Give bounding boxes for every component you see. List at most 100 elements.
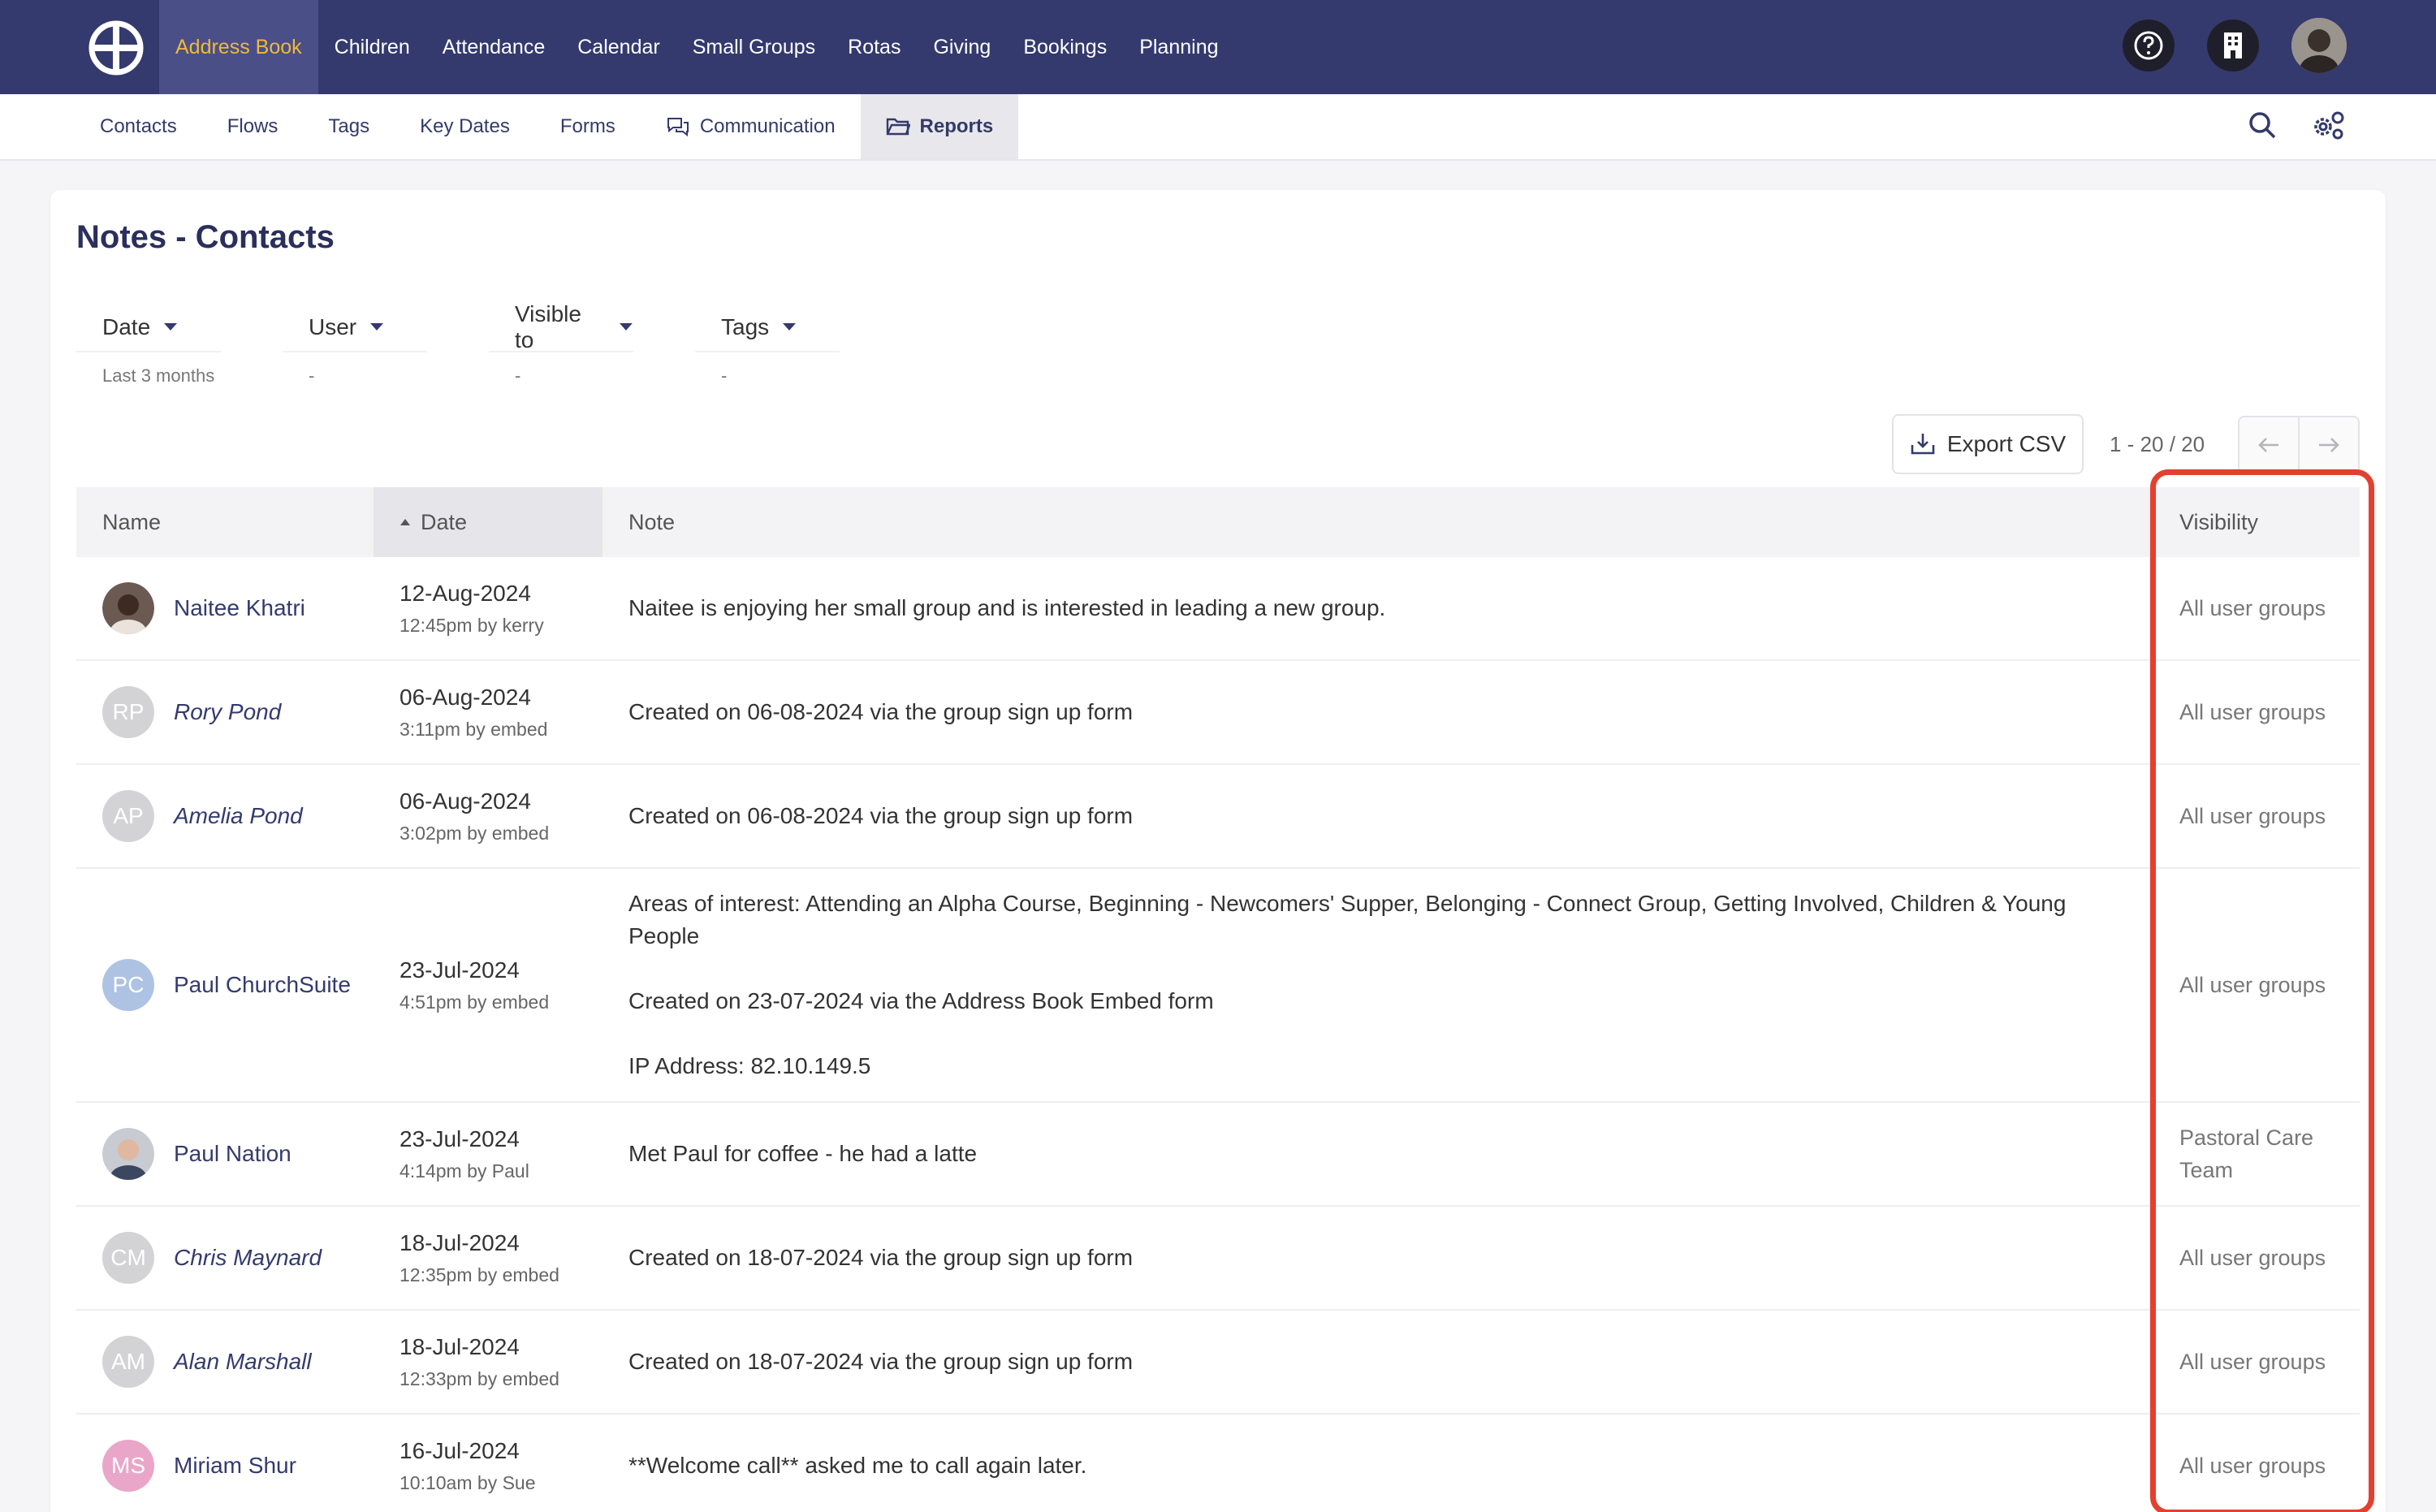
avatar-initials: CM	[110, 1245, 146, 1270]
visibility-text: All user groups	[2179, 596, 2326, 620]
notes-table: Name Date Note Visibility Naitee Khatri …	[76, 487, 2360, 1512]
filter-visible-to-dropdown[interactable]: Visible to	[489, 301, 633, 352]
avatar-initials: AM	[111, 1349, 145, 1374]
contact-name-link[interactable]: Naitee Khatri	[174, 592, 305, 624]
note-time-author: 12:35pm by embed	[400, 1264, 559, 1285]
table-row: Naitee Khatri 12-Aug-2024 12:45pm by ker…	[76, 557, 2360, 661]
contact-name-link[interactable]: Rory Pond	[174, 696, 281, 728]
chat-bubbles-icon	[667, 118, 689, 137]
filter-user-dropdown[interactable]: User	[283, 304, 427, 352]
note-cell: Created on 06-08-2024 via the group sign…	[603, 765, 2153, 867]
note-date: 23-Jul-2024	[400, 1125, 520, 1151]
gear-icon[interactable]	[2311, 109, 2347, 141]
topnav-bookings[interactable]: Bookings	[1007, 0, 1123, 94]
subnav-label: Flows	[227, 115, 279, 137]
date-cell: 16-Jul-2024 10:10am by Sue	[374, 1415, 603, 1512]
note-cell: Created on 06-08-2024 via the group sign…	[603, 661, 2153, 763]
export-csv-button[interactable]: Export CSV	[1892, 414, 2084, 474]
subnav-tags[interactable]: Tags	[303, 94, 395, 159]
visibility-cell: All user groups	[2153, 1415, 2360, 1512]
contact-initials-avatar: MS	[102, 1440, 154, 1492]
filter-value: -	[721, 365, 728, 386]
search-icon[interactable]	[2246, 109, 2278, 141]
contact-name-link[interactable]: Amelia Pond	[174, 800, 303, 832]
filter-label: Tags	[721, 314, 770, 339]
visibility-text: All user groups	[2179, 973, 2326, 997]
table-body: Naitee Khatri 12-Aug-2024 12:45pm by ker…	[76, 557, 2360, 1512]
filter-tags-dropdown[interactable]: Tags	[695, 304, 840, 352]
topnav-planning[interactable]: Planning	[1123, 0, 1234, 94]
filter-date: Date Last 3 months	[76, 304, 283, 387]
contact-name-link[interactable]: Chris Maynard	[174, 1242, 322, 1274]
column-header-name[interactable]: Name	[76, 487, 374, 557]
date-cell: 23-Jul-2024 4:51pm by embed	[374, 869, 603, 1101]
topnav-children[interactable]: Children	[318, 0, 426, 94]
contact-photo-icon	[102, 1128, 154, 1180]
filter-user: User -	[283, 304, 489, 387]
avatar-initials: RP	[112, 699, 145, 724]
header-label: Visibility	[2179, 509, 2259, 534]
contact-photo-icon	[102, 582, 154, 634]
organisation-button[interactable]	[2207, 19, 2259, 71]
caret-down-icon	[620, 323, 633, 330]
user-photo-icon	[2291, 18, 2347, 73]
note-date: 16-Jul-2024	[400, 1437, 520, 1463]
top-icons	[2123, 18, 2347, 73]
table-row: MS Miriam Shur 16-Jul-2024 10:10am by Su…	[76, 1415, 2360, 1512]
note-cell: Met Paul for coffee - he had a latte	[603, 1103, 2153, 1205]
subnav-label: Communication	[699, 115, 836, 137]
visibility-cell: All user groups	[2153, 661, 2360, 763]
note-text: Created on 06-08-2024 via the group sign…	[628, 699, 1134, 724]
visibility-cell: All user groups	[2153, 1311, 2360, 1413]
name-cell: Paul Nation	[76, 1103, 374, 1205]
contact-initials-avatar: PC	[102, 959, 154, 1011]
help-button[interactable]	[2123, 19, 2175, 71]
contact-initials-avatar: AM	[102, 1336, 154, 1388]
note-text: **Welcome call** asked me to call again …	[628, 1453, 1087, 1478]
topnav-giving[interactable]: Giving	[917, 0, 1007, 94]
sub-navbar: Contacts Flows Tags Key Dates Forms Comm…	[0, 94, 2436, 161]
note-date: 18-Jul-2024	[400, 1229, 520, 1255]
topnav-address-book[interactable]: Address Book	[159, 0, 318, 94]
table-row: Paul Nation 23-Jul-2024 4:14pm by Paul M…	[76, 1103, 2360, 1207]
topnav-small-groups[interactable]: Small Groups	[676, 0, 831, 94]
note-text: Met Paul for coffee - he had a latte	[628, 1141, 978, 1166]
contact-initials-avatar: CM	[102, 1232, 154, 1284]
header-label: Note	[628, 509, 676, 534]
arrow-left-icon	[2258, 438, 2278, 452]
subnav-flows[interactable]: Flows	[202, 94, 304, 159]
contact-name-link[interactable]: Alan Marshall	[174, 1346, 312, 1378]
name-cell: MS Miriam Shur	[76, 1415, 374, 1512]
filter-value: Last 3 months	[102, 365, 215, 386]
subnav-reports[interactable]: Reports	[860, 94, 1019, 159]
user-avatar[interactable]	[2291, 18, 2347, 73]
church-logo-icon[interactable]	[88, 19, 145, 76]
prev-page-button[interactable]	[2239, 417, 2298, 473]
topnav-calendar[interactable]: Calendar	[561, 0, 676, 94]
subnav-forms[interactable]: Forms	[535, 94, 641, 159]
name-cell: AP Amelia Pond	[76, 765, 374, 867]
contact-name-link[interactable]: Paul Nation	[174, 1138, 292, 1170]
note-time-author: 4:51pm by embed	[400, 991, 550, 1013]
next-page-button[interactable]	[2298, 417, 2358, 473]
filter-value: -	[309, 365, 315, 386]
subnav-communication[interactable]: Communication	[641, 94, 861, 159]
filter-label: Date	[102, 314, 151, 339]
contact-initials-avatar: AP	[102, 790, 154, 842]
date-cell: 12-Aug-2024 12:45pm by kerry	[374, 557, 603, 659]
note-time-author: 3:11pm by embed	[400, 718, 548, 740]
contact-name-link[interactable]: Paul ChurchSuite	[174, 969, 351, 1001]
contact-name-link[interactable]: Miriam Shur	[174, 1449, 296, 1482]
filter-date-dropdown[interactable]: Date	[76, 304, 221, 352]
note-time-author: 12:33pm by embed	[400, 1367, 559, 1389]
visibility-text: All user groups	[2179, 804, 2326, 828]
column-header-note[interactable]: Note	[603, 487, 2153, 557]
table-row: CM Chris Maynard 18-Jul-2024 12:35pm by …	[76, 1207, 2360, 1311]
column-header-visibility[interactable]: Visibility	[2153, 487, 2360, 557]
column-header-date[interactable]: Date	[374, 487, 603, 557]
topnav-rotas[interactable]: Rotas	[831, 0, 917, 94]
filter-visible-to: Visible to -	[489, 301, 695, 387]
subnav-key-dates[interactable]: Key Dates	[395, 94, 535, 159]
subnav-contacts[interactable]: Contacts	[75, 94, 202, 159]
topnav-attendance[interactable]: Attendance	[426, 0, 562, 94]
